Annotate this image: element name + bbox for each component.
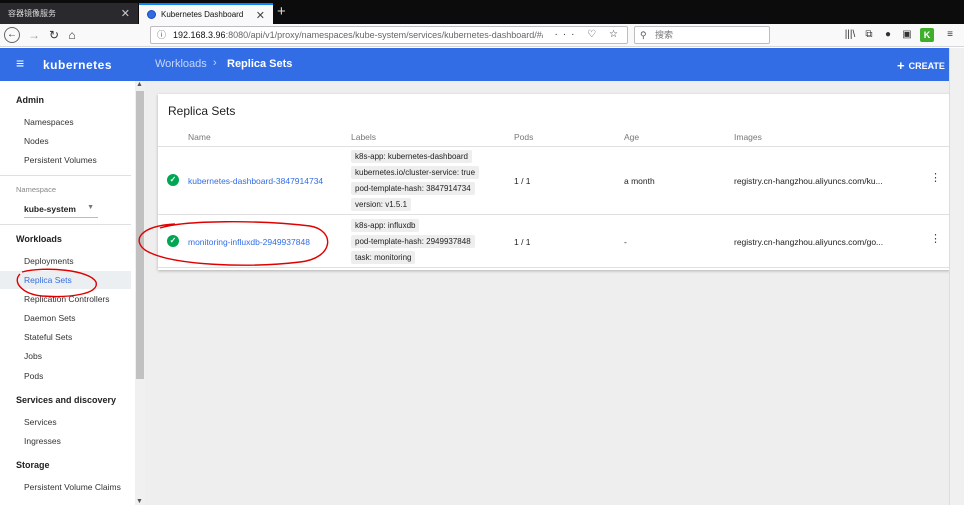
- replica-sets-card: Replica Sets Name Labels Pods Age Images…: [158, 94, 950, 270]
- sidebar-item-persistent-volumes[interactable]: Persistent Volumes: [0, 151, 131, 169]
- sidebar-item-jobs[interactable]: Jobs: [0, 347, 131, 365]
- column-header-age[interactable]: Age: [624, 132, 639, 142]
- sidebar-section-workloads[interactable]: Workloads: [16, 234, 62, 244]
- more-options-icon[interactable]: ⋮: [930, 173, 941, 184]
- column-header-images: Images: [734, 132, 762, 142]
- extension-icon[interactable]: K: [920, 28, 934, 42]
- browser-tab-container-registry[interactable]: 容器镜像服务 ✕: [0, 3, 138, 24]
- page-title: Replica Sets: [227, 58, 293, 70]
- sidebar-item-namespaces[interactable]: Namespaces: [0, 113, 131, 131]
- browser-tab-strip: 容器镜像服务 ✕ Kubernetes Dashboard ✕ +: [0, 0, 964, 24]
- screenshot-icon[interactable]: ⧉: [862, 28, 876, 42]
- namespace-label: Namespace: [16, 185, 57, 194]
- app-header: ≡ kubernetes Workloads › Replica Sets + C…: [0, 48, 949, 81]
- table-row: ✓ monitoring-influxdb-2949937848 k8s-app…: [158, 216, 950, 268]
- page-scrollbar[interactable]: [949, 48, 964, 505]
- address-bar[interactable]: ⓘ 192.168.3.96:8080/api/v1/proxy/namespa…: [150, 26, 628, 44]
- replica-set-name-link[interactable]: monitoring-influxdb-2949937848: [188, 237, 310, 247]
- breadcrumb-workloads[interactable]: Workloads: [155, 58, 207, 70]
- browser-tab-kubernetes-dashboard[interactable]: Kubernetes Dashboard ✕: [139, 3, 273, 24]
- label-chip: k8s-app: influxdb: [351, 219, 420, 232]
- sidebar-item-deployments[interactable]: Deployments: [0, 252, 131, 270]
- label-chip: k8s-app: kubernetes-dashboard: [351, 150, 472, 163]
- url-text[interactable]: 192.168.3.96:8080/api/v1/proxy/namespace…: [173, 27, 543, 43]
- success-check-icon: ✓: [167, 174, 179, 186]
- sidebar-item-replication-controllers[interactable]: Replication Controllers: [0, 290, 131, 308]
- label-chip: version: v1.5.1: [351, 198, 412, 211]
- sidebar-item-ingresses[interactable]: Ingresses: [0, 432, 131, 450]
- url-path: :8080/api/v1/proxy/namespaces/kube-syste…: [225, 30, 543, 40]
- brand-logo[interactable]: kubernetes: [43, 58, 112, 72]
- sidebar-item-pods[interactable]: Pods: [0, 367, 131, 385]
- table-row: ✓ kubernetes-dashboard-3847914734 k8s-ap…: [158, 147, 950, 215]
- sidebar-item-persistent-volume-claims[interactable]: Persistent Volume Claims: [0, 478, 131, 496]
- sidebar-divider: [0, 175, 131, 176]
- success-check-icon: ✓: [167, 235, 179, 247]
- sidebar-divider: [0, 224, 131, 225]
- card-title: Replica Sets: [168, 104, 236, 118]
- more-options-icon[interactable]: ⋮: [930, 234, 941, 245]
- tab-title: 容器镜像服务: [8, 9, 56, 18]
- sidebar: Admin Namespaces Nodes Persistent Volume…: [0, 81, 133, 505]
- browser-nav-toolbar: ← → ↻ ⌂ ⓘ 192.168.3.96:8080/api/v1/proxy…: [0, 24, 964, 47]
- chevron-down-icon: ▼: [87, 204, 94, 211]
- replica-set-name-link[interactable]: kubernetes-dashboard-3847914734: [188, 176, 323, 186]
- sidebar-item-daemon-sets[interactable]: Daemon Sets: [0, 309, 131, 327]
- breadcrumb-separator-icon: ›: [213, 57, 217, 69]
- search-icon: ⚲: [640, 30, 647, 40]
- sidebar-item-stateful-sets[interactable]: Stateful Sets: [0, 328, 131, 346]
- column-header-name[interactable]: Name: [188, 132, 211, 142]
- label-chip: pod-template-hash: 3847914734: [351, 182, 475, 195]
- main-content: Replica Sets Name Labels Pods Age Images…: [145, 81, 950, 505]
- site-info-icon[interactable]: ⓘ: [157, 27, 166, 43]
- label-chip: task: monitoring: [351, 251, 416, 264]
- back-button[interactable]: ←: [4, 27, 20, 43]
- pods-count: 1 / 1: [514, 237, 531, 247]
- new-tab-button[interactable]: +: [277, 3, 286, 21]
- search-placeholder: 搜索: [655, 30, 674, 40]
- create-label: CREATE: [908, 61, 945, 71]
- label-chip: kubernetes.io/cluster-service: true: [351, 166, 480, 179]
- column-header-pods: Pods: [514, 132, 534, 142]
- close-tab-icon[interactable]: ✕: [121, 7, 130, 20]
- kubernetes-favicon-icon: [147, 10, 156, 19]
- tab-title: Kubernetes Dashboard: [161, 10, 244, 19]
- sidebar-section-storage[interactable]: Storage: [16, 460, 50, 470]
- column-header-labels: Labels: [351, 132, 377, 142]
- table-header: Name Labels Pods Age Images: [158, 127, 950, 147]
- sidebar-toggle-icon[interactable]: ▣: [900, 28, 914, 42]
- sidebar-section-services-discovery[interactable]: Services and discovery: [16, 395, 116, 405]
- namespace-select[interactable]: kube-system ▼: [24, 204, 98, 218]
- url-host: 192.168.3.96: [173, 30, 226, 40]
- plus-icon: +: [897, 58, 905, 73]
- sidebar-item-nodes[interactable]: Nodes: [0, 132, 131, 150]
- reload-button[interactable]: ↻: [46, 27, 62, 43]
- scroll-up-icon[interactable]: ▲: [136, 81, 143, 88]
- image-value: registry.cn-hangzhou.aliyuncs.com/ku...: [734, 176, 883, 186]
- sidebar-section-admin[interactable]: Admin: [16, 95, 44, 105]
- pods-count: 1 / 1: [514, 176, 531, 186]
- namespace-value: kube-system: [24, 204, 76, 214]
- sidebar-item-services[interactable]: Services: [0, 413, 131, 431]
- labels-list: k8s-app: influxdb pod-template-hash: 294…: [351, 219, 475, 267]
- label-chip: pod-template-hash: 2949937848: [351, 235, 475, 248]
- hamburger-menu-icon[interactable]: ≡: [16, 55, 24, 71]
- scroll-thumb[interactable]: [136, 91, 144, 379]
- chat-icon[interactable]: ●: [881, 28, 895, 42]
- browser-menu-icon[interactable]: ≡: [943, 28, 957, 42]
- forward-button[interactable]: →: [26, 27, 42, 43]
- search-input[interactable]: ⚲ 搜索: [634, 26, 770, 44]
- image-value: registry.cn-hangzhou.aliyuncs.com/go...: [734, 237, 884, 247]
- library-icon[interactable]: |||\: [843, 28, 857, 42]
- page-actions-icons[interactable]: ··· ♡ ☆: [555, 27, 623, 43]
- sidebar-item-replica-sets[interactable]: Replica Sets: [0, 271, 131, 289]
- sidebar-scrollbar[interactable]: ▲ ▼: [135, 81, 145, 505]
- age-value: -: [624, 237, 627, 247]
- close-tab-icon[interactable]: ✕: [256, 9, 265, 22]
- home-button[interactable]: ⌂: [64, 27, 80, 43]
- scroll-down-icon[interactable]: ▼: [136, 498, 143, 505]
- labels-list: k8s-app: kubernetes-dashboard kubernetes…: [351, 150, 480, 214]
- create-button[interactable]: + CREATE: [897, 57, 945, 73]
- age-value: a month: [624, 176, 655, 186]
